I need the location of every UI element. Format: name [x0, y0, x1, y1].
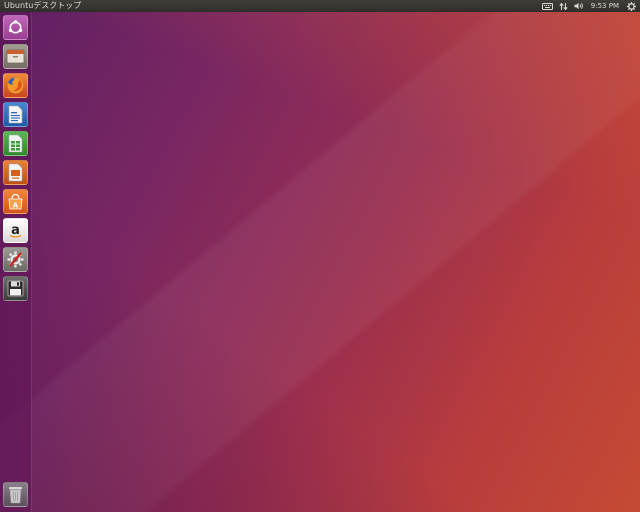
- launcher-item-writer[interactable]: [3, 102, 28, 127]
- launcher-item-files[interactable]: [3, 44, 28, 69]
- network-icon[interactable]: [559, 0, 568, 12]
- svg-text:a: a: [11, 223, 20, 238]
- launcher-item-calc[interactable]: [3, 131, 28, 156]
- svg-text:A: A: [13, 201, 19, 209]
- indicator-area: 9:53 PM: [541, 0, 640, 12]
- writer-icon: [8, 105, 23, 124]
- launcher-item-amazon[interactable]: a: [3, 218, 28, 243]
- launcher-item-trash[interactable]: [3, 482, 28, 507]
- launcher-item-firefox[interactable]: [3, 73, 28, 98]
- amazon-icon: a: [9, 223, 22, 238]
- trash-icon: [9, 487, 22, 504]
- calc-icon: [8, 134, 23, 153]
- launcher-item-software-center[interactable]: A: [3, 189, 28, 214]
- launcher-item-impress[interactable]: [3, 160, 28, 185]
- launcher-item-disk[interactable]: [3, 276, 28, 301]
- impress-icon: [8, 163, 23, 182]
- launcher-item-dash[interactable]: [3, 15, 28, 40]
- software-center-icon: A: [8, 193, 23, 210]
- firefox-icon: [7, 77, 24, 94]
- settings-icon: [7, 251, 24, 268]
- launcher-item-system-settings[interactable]: [3, 247, 28, 272]
- gear-icon[interactable]: [627, 0, 636, 12]
- ubuntu-logo-icon: [8, 20, 23, 34]
- files-icon: [6, 49, 25, 64]
- wallpaper-facet: [0, 0, 640, 512]
- top-panel: Ubuntuデスクトップ 9:53 PM: [0, 0, 640, 12]
- wallpaper-facet: [0, 0, 640, 512]
- launcher: A a: [0, 12, 32, 512]
- clock[interactable]: 9:53 PM: [591, 0, 619, 12]
- keyboard-icon[interactable]: [541, 0, 553, 12]
- wallpaper-facet: [0, 0, 640, 512]
- app-title: Ubuntuデスクトップ: [4, 1, 82, 10]
- desktop[interactable]: Ubuntuデスクトップ 9:53 PM A a: [0, 0, 640, 512]
- volume-icon[interactable]: [574, 0, 585, 12]
- save-disk-icon: [7, 280, 24, 297]
